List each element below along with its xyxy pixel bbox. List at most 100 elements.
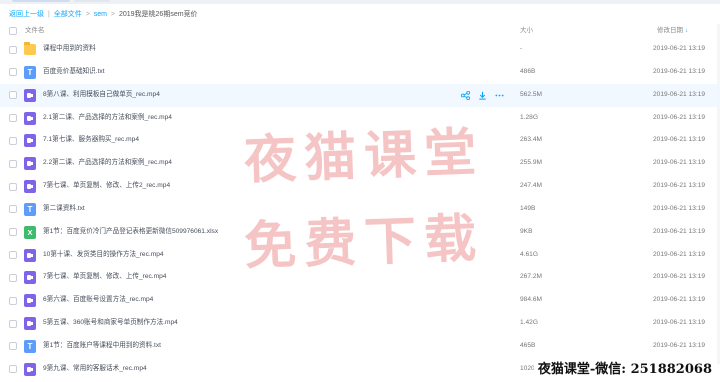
breadcrumb-arrow: > — [85, 11, 90, 18]
file-modified-date: 2019-06-21 13:19 — [653, 182, 706, 190]
file-size: 984.6M — [520, 296, 542, 304]
row-checkbox[interactable] — [9, 159, 17, 168]
file-name[interactable]: 6第六课、百度账号设置方法_rec.mp4 — [43, 289, 153, 312]
top-toolbar-strip — [0, 0, 720, 4]
row-checkbox[interactable] — [9, 319, 17, 328]
breadcrumb-separator: | — [47, 11, 50, 18]
file-modified-date: 2019-06-21 13:19 — [653, 250, 706, 258]
file-row[interactable]: 6第六课、百度账号设置方法_rec.mp4 984.6M 2019-06-21 13… — [0, 289, 720, 312]
file-modified-date: 2019-06-21 13:19 — [653, 113, 706, 121]
file-modified-date: 2019-06-21 13:19 — [653, 273, 706, 281]
row-checkbox[interactable] — [9, 114, 17, 123]
current-folder: 2019我是桃26期sem竞价 — [118, 11, 198, 18]
file-modified-date: 2019-06-21 13:19 — [653, 296, 706, 304]
select-all-checkbox[interactable] — [9, 27, 17, 35]
file-row[interactable]: 第1节：百度账户等课程中用到的资料.txt 465B 2019-06-21 13:1… — [0, 335, 720, 358]
file-size: 9KB — [520, 227, 533, 235]
excel-file-icon — [24, 225, 36, 239]
file-name[interactable]: 第1节：百度竞价冷门产品登记表格更新微信509976061.xlsx — [43, 221, 218, 244]
file-name[interactable]: 课程中用到的资料 — [43, 38, 96, 61]
file-row[interactable]: 7第七课、单页复制、修改、上传2_rec.mp4 247.4M 2019-06-21… — [0, 175, 720, 198]
table-header: 文件名 大小 修改日期 ↓ — [0, 24, 720, 37]
row-checkbox[interactable] — [9, 273, 17, 282]
file-modified-date: 2019-06-21 13:19 — [653, 204, 706, 212]
file-modified-date: 2019-06-21 13:19 — [653, 159, 706, 167]
file-size: 149B — [520, 204, 536, 212]
all-files-link[interactable]: 全部文件 — [54, 11, 82, 18]
file-modified-date: 2019-06-21 13:19 — [653, 90, 706, 98]
share-icon[interactable] — [461, 90, 470, 100]
file-name[interactable]: 9第九课、常用的客服话术_rec.mp4 — [43, 358, 147, 381]
file-size: 486B — [520, 67, 536, 75]
file-row[interactable]: 5第五课、360账号和商家号单页制作方法.mp4 1.42G 2019-06-21 … — [0, 312, 720, 335]
txt-file-icon — [24, 339, 36, 353]
folder-link-sem[interactable]: sem — [94, 11, 107, 18]
breadcrumb: 返回上一级 | 全部文件 > sem > 2019我是桃26期sem竞价 — [9, 9, 198, 21]
more-icon[interactable] — [495, 91, 504, 100]
toolbar-button-peek[interactable] — [74, 0, 110, 2]
video-file-icon — [24, 362, 36, 376]
file-modified-date: 2019-06-21 13:19 — [653, 341, 706, 349]
video-file-icon — [24, 248, 36, 262]
file-size: - — [520, 45, 523, 52]
row-checkbox[interactable] — [9, 205, 17, 214]
row-checkbox[interactable] — [9, 296, 17, 305]
row-checkbox[interactable] — [9, 136, 17, 145]
file-manager-page: 返回上一级 | 全部文件 > sem > 2019我是桃26期sem竞价 文件名… — [0, 0, 720, 382]
row-checkbox[interactable] — [9, 91, 17, 100]
file-row[interactable]: 7第七课、单页复制、修改、上传_rec.mp4 267.2M 2019-06-21 … — [0, 266, 720, 289]
file-name[interactable]: 百度竞价基础知识.txt — [43, 61, 105, 84]
file-row[interactable]: 2.2第二课、产品选择的方法和案例_rec.mp4 255.9M 2019-06-2… — [0, 152, 720, 175]
download-icon[interactable] — [478, 91, 487, 100]
column-header-date[interactable]: 修改日期 ↓ — [657, 24, 688, 38]
row-checkbox[interactable] — [9, 228, 17, 237]
txt-file-icon — [24, 65, 36, 79]
file-row[interactable]: 第1节：百度竞价冷门产品登记表格更新微信509976061.xlsx 9KB 201… — [0, 221, 720, 244]
file-size: 1.28G — [520, 113, 538, 121]
folder-icon — [24, 42, 36, 55]
row-checkbox[interactable] — [9, 45, 17, 54]
sort-arrow-icon[interactable]: ↓ — [685, 28, 688, 34]
credit-caption: 夜猫课堂-微信: 251882068 — [533, 360, 716, 380]
file-name[interactable]: 7第七课、单页复制、修改、上传2_rec.mp4 — [43, 175, 170, 198]
file-name[interactable]: 8第八课、利用模板自己做单页_rec.mp4 — [43, 84, 160, 107]
file-name[interactable]: 2.2第二课、产品选择的方法和案例_rec.mp4 — [43, 152, 172, 175]
file-size: 267.2M — [520, 273, 542, 281]
file-name[interactable]: 第1节：百度账户等课程中用到的资料.txt — [43, 335, 161, 358]
file-name[interactable]: 第二课资料.txt — [43, 198, 85, 221]
back-link[interactable]: 返回上一级 — [9, 11, 44, 18]
file-size: 465B — [520, 341, 536, 349]
file-row[interactable]: 7.1第七课、服务器购买_rec.mp4 263.4M 2019-06-21 13:… — [0, 129, 720, 152]
file-size: 1.42G — [520, 319, 538, 327]
row-checkbox[interactable] — [9, 342, 17, 351]
file-row[interactable]: 第二课资料.txt 149B 2019-06-21 13:19 — [0, 198, 720, 221]
row-checkbox[interactable] — [9, 68, 17, 77]
file-modified-date: 2019-06-21 13:19 — [653, 45, 706, 52]
video-file-icon — [24, 271, 36, 285]
toolbar-button-peek[interactable] — [12, 0, 70, 2]
file-modified-date: 2019-06-21 13:19 — [653, 67, 706, 75]
file-name[interactable]: 2.1第二课、产品选择的方法和案例_rec.mp4 — [43, 107, 172, 130]
video-file-icon — [24, 111, 36, 125]
row-checkbox[interactable] — [9, 251, 17, 260]
column-header-size[interactable]: 大小 — [520, 24, 533, 37]
file-name[interactable]: 10第十课、发货类目的操作方法_rec.mp4 — [43, 244, 164, 267]
file-size: 263.4M — [520, 136, 542, 144]
file-modified-date: 2019-06-21 13:19 — [653, 227, 706, 235]
file-row[interactable]: 课程中用到的资料 - 2019-06-21 13:19 — [0, 38, 720, 61]
row-checkbox[interactable] — [9, 182, 17, 191]
file-row[interactable]: 8第八课、利用模板自己做单页_rec.mp4 562.5M 2019-06-21 1… — [0, 83, 720, 107]
file-row[interactable]: 百度竞价基础知识.txt 486B 2019-06-21 13:19 — [0, 61, 720, 84]
video-file-icon — [24, 294, 36, 308]
file-name[interactable]: 7第七课、单页复制、修改、上传_rec.mp4 — [43, 266, 166, 289]
row-checkbox[interactable] — [9, 365, 17, 374]
file-name[interactable]: 5第五课、360账号和商家号单页制作方法.mp4 — [43, 312, 178, 335]
column-header-name[interactable]: 文件名 — [25, 24, 45, 37]
file-row[interactable]: 10第十课、发货类目的操作方法_rec.mp4 4.61G 2019-06-21 1… — [0, 244, 720, 267]
video-file-icon — [24, 134, 36, 148]
file-size: 4.61G — [520, 250, 538, 258]
file-name[interactable]: 7.1第七课、服务器购买_rec.mp4 — [43, 129, 139, 152]
file-row[interactable]: 2.1第二课、产品选择的方法和案例_rec.mp4 1.28G 2019-06-21… — [0, 107, 720, 130]
video-file-icon — [24, 180, 36, 194]
file-size: 562.5M — [520, 90, 542, 98]
